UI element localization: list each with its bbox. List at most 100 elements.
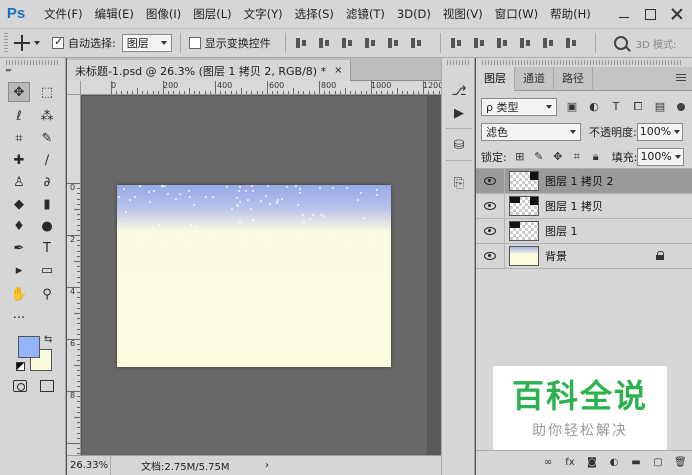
tab-channels[interactable]: 通道 [515, 67, 554, 91]
pen-tool-icon[interactable]: ✒ [8, 238, 30, 258]
menu-edit[interactable]: 编辑(E) [89, 0, 140, 28]
magic-wand-icon[interactable]: ⁂ [36, 106, 58, 126]
distribute-bottom-icon[interactable] [495, 36, 509, 50]
align-bottom-icon[interactable] [340, 36, 354, 50]
path-select-icon[interactable]: ▸ [8, 260, 30, 280]
toolbar-grip[interactable] [6, 60, 60, 65]
more-tools-icon[interactable]: ··· [8, 308, 30, 328]
default-colors-icon[interactable] [16, 362, 25, 371]
align-vcenter-icon[interactable] [317, 36, 331, 50]
quick-mask-icon[interactable] [13, 380, 27, 392]
actions-panel-icon[interactable]: ▶ [451, 106, 467, 122]
foreground-color-swatch[interactable] [18, 336, 40, 358]
gradient-icon[interactable]: ▮ [36, 194, 58, 214]
distribute-hcenter-icon[interactable] [541, 36, 555, 50]
document-tab[interactable]: 未标题-1.psd @ 26.3% (图层 1 拷贝 2, RGB/8) * × [67, 60, 352, 81]
menu-layer[interactable]: 图层(L) [187, 0, 237, 28]
align-right-icon[interactable] [409, 36, 423, 50]
menu-help[interactable]: 帮助(H) [544, 0, 597, 28]
swap-colors-icon[interactable]: ⇆ [44, 334, 52, 345]
history-brush-icon[interactable]: ∂ [36, 172, 58, 192]
fill-input[interactable]: 100% [637, 148, 684, 166]
visibility-eye-icon[interactable] [484, 177, 496, 185]
align-hcenter-icon[interactable] [386, 36, 400, 50]
tab-layers[interactable]: 图层 [476, 67, 515, 91]
zoom-level[interactable]: 26.33% [67, 455, 111, 475]
search-icon[interactable] [613, 36, 628, 50]
minimize-icon[interactable] [617, 7, 631, 21]
layer-filter-dropdown[interactable]: ρ 类型 [481, 98, 557, 116]
distribute-vcenter-icon[interactable] [472, 36, 486, 50]
blur-icon[interactable]: ♦ [8, 216, 30, 236]
filter-adjustment-icon[interactable]: ◐ [587, 100, 601, 114]
status-menu-icon[interactable]: › [265, 460, 269, 471]
dodge-icon[interactable]: ● [36, 216, 58, 236]
menu-type[interactable]: 文字(Y) [238, 0, 289, 28]
hand-tool-icon[interactable]: ✋ [8, 284, 30, 304]
filter-pixel-icon[interactable]: ▣ [565, 100, 579, 114]
layer-row[interactable]: 图层 1 拷贝 2 [476, 168, 692, 194]
layer-row[interactable]: 图层 1 [476, 218, 692, 244]
lock-pixels-icon[interactable]: ✎ [533, 151, 545, 163]
menu-3d[interactable]: 3D(D) [391, 0, 437, 28]
distribute-right-icon[interactable] [564, 36, 578, 50]
history-panel-icon[interactable]: ⎇ [451, 84, 467, 100]
dock-grip[interactable] [447, 60, 471, 65]
move-tool-icon[interactable]: ✥ [8, 82, 30, 102]
distribute-left-icon[interactable] [518, 36, 532, 50]
lock-artboard-icon[interactable]: ⌗ [571, 151, 583, 163]
ruler-origin[interactable] [67, 81, 81, 95]
menu-file[interactable]: 文件(F) [38, 0, 89, 28]
options-grip[interactable] [4, 33, 8, 53]
distribute-top-icon[interactable] [449, 36, 463, 50]
collapse-icon[interactable]: ▸▸ [6, 66, 12, 74]
eyedropper-icon[interactable]: ✎ [36, 128, 58, 148]
eraser-icon[interactable]: ◆ [8, 194, 30, 214]
trash-icon[interactable]: 🗑︎ [674, 457, 687, 469]
close-tab-icon[interactable]: × [334, 65, 342, 76]
layer-name[interactable]: 图层 1 [545, 223, 578, 239]
adjustment-layer-icon[interactable]: ◐ [608, 457, 620, 469]
layer-name[interactable]: 图层 1 拷贝 [545, 198, 603, 214]
new-group-icon[interactable]: ▬ [630, 457, 642, 469]
brush-tool-icon[interactable]: ∕ [36, 150, 58, 170]
lasso-tool-icon[interactable]: ℓ [8, 106, 30, 126]
type-tool-icon[interactable]: T [36, 238, 58, 258]
crop-tool-icon[interactable]: ⌗ [8, 128, 30, 148]
panel-menu-icon[interactable] [676, 74, 686, 82]
filter-shape-icon[interactable]: ⧠ [631, 100, 645, 114]
canvas-workspace[interactable] [82, 96, 427, 455]
filter-toggle-icon[interactable] [677, 103, 685, 111]
align-left-icon[interactable] [363, 36, 377, 50]
screen-mode-icon[interactable] [40, 380, 54, 392]
new-layer-icon[interactable]: ▢ [652, 457, 664, 469]
3d-panel-icon[interactable]: ⛁ [451, 138, 467, 154]
close-icon[interactable] [670, 7, 684, 21]
align-top-icon[interactable] [294, 36, 308, 50]
horizontal-ruler[interactable]: 0 200 400 600 800 1000 1200 [81, 81, 441, 95]
blend-mode-dropdown[interactable]: 滤色 [481, 123, 581, 141]
lock-position-icon[interactable]: ✥ [552, 151, 564, 163]
layer-row[interactable]: 图层 1 拷贝 [476, 193, 692, 219]
layer-name[interactable]: 图层 1 拷贝 2 [545, 173, 614, 189]
rectangle-tool-icon[interactable]: ▭ [36, 260, 58, 280]
filter-smart-icon[interactable]: ▤ [653, 100, 667, 114]
move-tool-preset-icon[interactable] [14, 35, 30, 51]
filter-type-icon[interactable]: T [609, 100, 623, 114]
tab-paths[interactable]: 路径 [554, 67, 593, 91]
visibility-eye-icon[interactable] [484, 202, 496, 210]
show-transform-checkbox[interactable] [188, 37, 201, 49]
menu-image[interactable]: 图像(I) [140, 0, 187, 28]
layer-style-icon[interactable]: fx [564, 457, 576, 469]
zoom-tool-icon[interactable]: ⚲ [36, 284, 58, 304]
auto-select-checkbox[interactable] [52, 35, 64, 49]
marquee-tool-icon[interactable]: ⬚ [36, 82, 58, 102]
3d-mode-label[interactable]: 3D 模式: [636, 36, 677, 51]
chevron-down-icon[interactable] [34, 41, 40, 45]
lock-transparency-icon[interactable]: ⊞ [514, 151, 526, 163]
lock-all-icon[interactable]: 🔒︎ [590, 151, 602, 163]
lock-icon[interactable] [656, 251, 664, 260]
auto-select-dropdown[interactable]: 图层 [121, 34, 172, 52]
vertical-ruler[interactable]: 0 2 4 6 8 [67, 95, 81, 455]
menu-filter[interactable]: 滤镜(T) [340, 0, 391, 28]
